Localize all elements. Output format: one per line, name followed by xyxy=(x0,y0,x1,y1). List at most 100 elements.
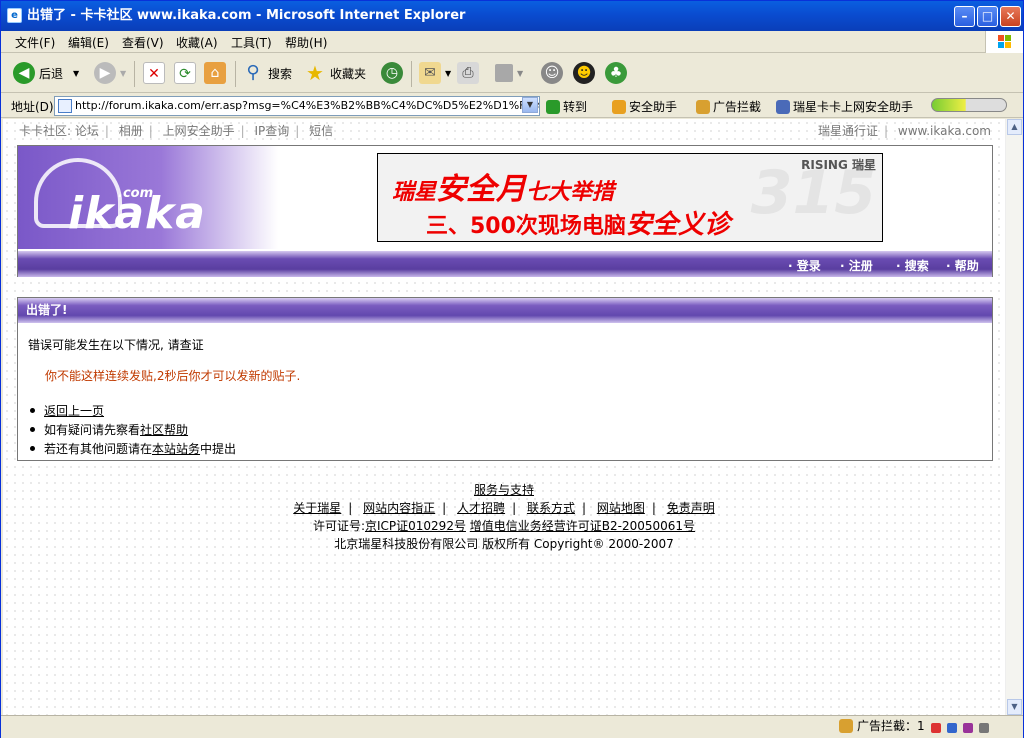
topnav-security-assistant[interactable]: 上网安全助手 xyxy=(163,124,235,138)
ad-banner[interactable]: 315 RISING 瑞星 瑞星安全月七大举措 三、500次现场电脑安全义诊 xyxy=(377,153,883,242)
security-level-meter[interactable] xyxy=(931,98,1007,112)
home-icon: ⌂ xyxy=(204,62,226,84)
menu-favorites[interactable]: 收藏(A) xyxy=(176,34,218,51)
favorites-button[interactable]: ★ 收藏夹 xyxy=(304,61,366,85)
footer-link-correction[interactable]: 网站内容指正 xyxy=(363,501,435,515)
ad-block-status-icon xyxy=(839,718,853,733)
back-button[interactable]: ◀ 后退 ▼ xyxy=(13,61,79,85)
footer-link-about[interactable]: 关于瑞星 xyxy=(293,501,341,515)
service-support-link[interactable]: 服务与支持 xyxy=(474,483,534,497)
punctuation-icon xyxy=(947,723,957,733)
topnav-ip-lookup[interactable]: IP查询 xyxy=(255,124,290,138)
edit-dropdown-icon[interactable]: ▼ xyxy=(517,69,523,78)
error-intro: 错误可能发生在以下情况, 请查证 xyxy=(28,338,204,352)
edit-icon xyxy=(495,64,513,82)
address-input[interactable]: http://forum.ikaka.com/err.asp?msg=%C4%E… xyxy=(54,96,540,116)
topnav-sms[interactable]: 短信 xyxy=(309,124,333,138)
footer-link-disclaimer[interactable]: 免责声明 xyxy=(667,501,715,515)
msn-button[interactable]: ♣ xyxy=(605,61,627,85)
msn-people-icon: ♣ xyxy=(605,62,627,84)
error-panel: 出错了! 错误可能发生在以下情况, 请查证 你不能这样连续发贴,2秒后你才可以发… xyxy=(17,297,993,461)
windows-logo-icon xyxy=(985,31,1023,53)
footer-links: 关于瑞星 | 网站内容指正 | 人才招聘 | 联系方式 | 网站地图 | 免责声明 xyxy=(293,501,715,515)
telecom-license-link[interactable]: 增值电信业务经营许可证B2-20050061号 xyxy=(470,519,695,533)
menu-tools[interactable]: 工具(T) xyxy=(231,34,272,51)
menu-view[interactable]: 查看(V) xyxy=(122,34,164,51)
back-dropdown-icon[interactable]: ▼ xyxy=(73,69,79,78)
page-icon xyxy=(58,99,72,113)
qq-penguin-icon: ☻ xyxy=(573,62,595,84)
topnav-forum[interactable]: 卡卡社区: 论坛 xyxy=(19,124,99,138)
stop-button[interactable]: ✕ xyxy=(143,61,165,85)
printer-icon: ⎙ xyxy=(457,62,479,84)
kaka-icon xyxy=(776,99,790,114)
nav-login[interactable]: · 登录 xyxy=(788,257,821,274)
ad-block-label: 广告拦截 xyxy=(713,100,762,114)
list-item: 若还有其他问题请在本站站务中提出 xyxy=(28,440,982,459)
messenger-cat-button[interactable]: ☺ xyxy=(541,61,563,85)
go-button[interactable]: 转到 xyxy=(546,98,587,115)
scroll-up-icon[interactable]: ▲ xyxy=(1007,119,1022,135)
topnav-album[interactable]: 相册 xyxy=(119,124,143,138)
footer-link-jobs[interactable]: 人才招聘 xyxy=(457,501,505,515)
kaka-assistant-button[interactable]: 瑞星卡卡上网安全助手 xyxy=(776,98,913,115)
error-message: 你不能这样连续发贴,2秒后你才可以发新的贴子. xyxy=(45,369,301,383)
print-button[interactable]: ⎙ xyxy=(457,61,479,85)
toolbar-separator xyxy=(235,61,236,87)
input-method-tray[interactable] xyxy=(931,720,1021,736)
mail-button[interactable]: ✉ ▼ xyxy=(419,61,451,85)
star-icon: ★ xyxy=(306,61,324,85)
back-label: 后退 xyxy=(39,66,64,81)
menu-edit[interactable]: 编辑(E) xyxy=(68,34,109,51)
list-item: 返回上一页 xyxy=(28,402,982,421)
security-assistant-button[interactable]: 安全助手 xyxy=(612,98,677,115)
search-icon: ⚲ xyxy=(246,62,260,83)
icp-link[interactable]: 京ICP证010292号 xyxy=(365,519,466,533)
edit-button[interactable]: ▼ xyxy=(495,61,523,85)
footer-link-sitemap[interactable]: 网站地图 xyxy=(597,501,645,515)
qq-button[interactable]: ☻ xyxy=(573,61,595,85)
topnav-site-link[interactable]: www.ikaka.com xyxy=(898,124,991,138)
home-button[interactable]: ⌂ xyxy=(204,61,226,85)
footer-copyright: 北京瑞星科技股份有限公司 版权所有 Copyright® 2000-2007 xyxy=(334,537,674,551)
menu-help[interactable]: 帮助(H) xyxy=(285,34,327,51)
mail-dropdown-icon[interactable]: ▼ xyxy=(445,69,451,78)
forward-button[interactable]: ▶ ▼ xyxy=(94,61,126,85)
scroll-down-icon[interactable]: ▼ xyxy=(1007,699,1022,715)
keyboard-icon xyxy=(979,723,989,733)
banner-headline: 瑞星安全月七大举措 xyxy=(392,172,615,207)
back-link[interactable]: 返回上一页 xyxy=(44,404,104,418)
ad-block-button[interactable]: 广告拦截 xyxy=(696,98,761,115)
footer-link-contact[interactable]: 联系方式 xyxy=(527,501,575,515)
nav-help[interactable]: · 帮助 xyxy=(946,257,979,274)
minimize-button[interactable]: – xyxy=(954,6,975,27)
maximize-button[interactable]: □ xyxy=(977,6,998,27)
address-dropdown-icon[interactable]: ▼ xyxy=(522,97,538,113)
ad-block-icon xyxy=(696,99,710,114)
status-adblock[interactable]: 广告拦截：1 xyxy=(839,717,925,734)
nav-search[interactable]: · 搜索 xyxy=(896,257,929,274)
nav-register[interactable]: · 注册 xyxy=(840,257,873,274)
security-assistant-label: 安全助手 xyxy=(629,100,678,114)
forward-arrow-icon: ▶ xyxy=(94,62,116,84)
refresh-button[interactable]: ⟳ xyxy=(174,61,196,85)
search-button[interactable]: ⚲ 搜索 xyxy=(242,61,292,85)
vertical-scrollbar[interactable]: ▲ ▼ xyxy=(1005,119,1022,715)
toolbar-separator xyxy=(134,61,135,87)
kaka-assistant-label: 瑞星卡卡上网安全助手 xyxy=(793,100,914,114)
toolbar-separator xyxy=(411,61,412,87)
help-link[interactable]: 社区帮助 xyxy=(140,423,188,437)
refresh-icon: ⟳ xyxy=(174,62,196,84)
history-icon: ◷ xyxy=(381,62,403,84)
close-button[interactable]: ✕ xyxy=(1000,6,1021,27)
menu-file[interactable]: 文件(F) xyxy=(15,34,55,51)
ikaka-logo[interactable]: .com ikaka xyxy=(18,146,278,249)
error-links: 返回上一页 如有疑问请先察看社区帮助 若还有其他问题请在本站站务中提出 xyxy=(28,402,982,459)
cat-icon: ☺ xyxy=(541,62,563,84)
topnav-passport[interactable]: 瑞星通行证 xyxy=(818,124,878,138)
site-affairs-link[interactable]: 本站站务 xyxy=(152,442,200,456)
status-bar: 广告拦截：1 xyxy=(1,715,1023,738)
adblock-count: 广告拦截：1 xyxy=(857,719,925,733)
standard-toolbar: ◀ 后退 ▼ ▶ ▼ ✕ ⟳ ⌂ ⚲ 搜索 ★ 收藏夹 ◷ ✉ ▼ ⎙ ▼ ☺ … xyxy=(1,53,1023,93)
history-button[interactable]: ◷ xyxy=(381,61,403,85)
